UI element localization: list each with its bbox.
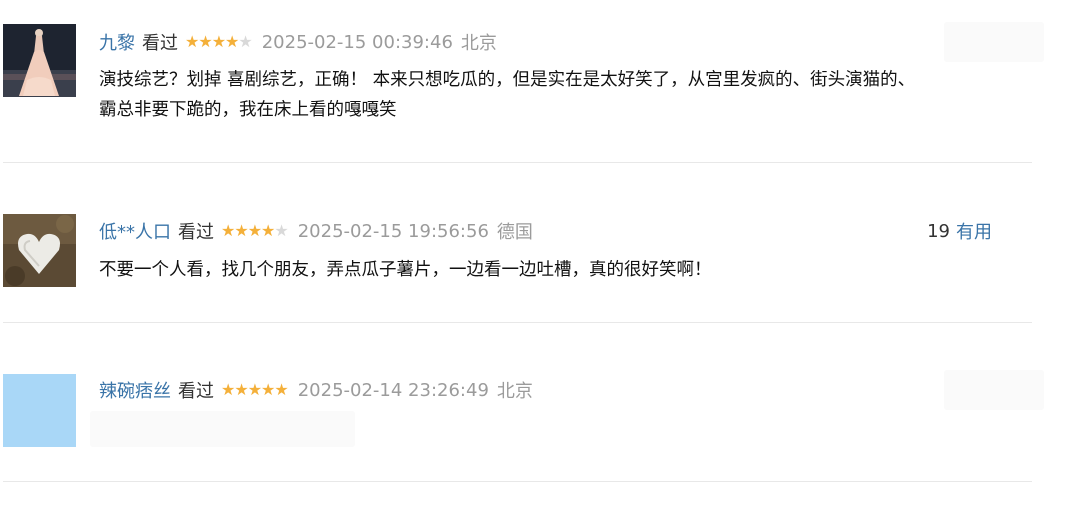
comment-item: 辣碗痞丝 看过 ★ ★ ★ ★ ★ 2025-02-14 23:26:49 北京: [0, 324, 1044, 505]
comment-item: 九黎 看过 ★ ★ ★ ★ ★ 2025-02-15 00:39:46 北京 演…: [0, 0, 1044, 164]
comment-meta: 低**人口 看过 ★ ★ ★ ★ ★ 2025-02-15 19:56:56 德…: [99, 218, 533, 244]
star-filled-icon: ★: [221, 221, 235, 240]
username-link[interactable]: 辣碗痞丝: [99, 377, 171, 403]
rating-stars: ★ ★ ★ ★ ★: [221, 380, 289, 399]
comment-meta: 九黎 看过 ★ ★ ★ ★ ★ 2025-02-15 00:39:46 北京: [99, 29, 497, 55]
vote-area: 19 有用: [927, 218, 992, 244]
star-empty-icon: ★: [274, 221, 288, 240]
blurred-vote-area: [944, 22, 1044, 62]
comment-text: 不要一个人看，找几个朋友，弄点瓜子薯片，一边看一边吐槽，真的很好笑啊！: [99, 255, 1029, 285]
star-filled-icon: ★: [211, 32, 226, 51]
useful-button[interactable]: 有用: [956, 218, 992, 244]
vote-count: 19: [927, 220, 950, 242]
comment-location: 北京: [460, 33, 497, 54]
comment-meta: 辣碗痞丝 看过 ★ ★ ★ ★ ★ 2025-02-14 23:26:49 北京: [99, 377, 533, 403]
star-filled-icon: ★: [234, 221, 248, 240]
blurred-vote-area: [944, 370, 1044, 410]
username-link[interactable]: 九黎: [99, 29, 135, 55]
comment-time: 2025-02-14 23:26:49: [297, 379, 489, 401]
blurred-comment-text: [90, 411, 355, 447]
comment-time: 2025-02-15 00:39:46: [261, 31, 453, 53]
avatar[interactable]: [3, 374, 76, 447]
comment-text-line: 不要一个人看，找几个朋友，弄点瓜子薯片，一边看一边吐槽，真的很好笑啊！: [99, 260, 712, 280]
comment-text-line: 霸总非要下跪的，我在床上看的嘎嘎笑: [99, 100, 397, 120]
watch-status: 看过: [142, 33, 178, 54]
star-filled-icon: ★: [261, 380, 275, 399]
star-filled-icon: ★: [225, 32, 239, 51]
watch-status: 看过: [178, 381, 214, 402]
star-filled-icon: ★: [261, 221, 275, 240]
star-filled-icon: ★: [234, 380, 248, 399]
divider: [3, 162, 1032, 163]
comment-location: 北京: [496, 381, 533, 402]
avatar[interactable]: [3, 214, 76, 287]
star-filled-icon: ★: [221, 380, 235, 399]
star-empty-icon: ★: [238, 32, 252, 51]
comment-text-line: 演技综艺？划掉 喜剧综艺，正确！ 本来只想吃瓜的，但是实在是太好笑了，从宫里发疯…: [99, 70, 916, 90]
rating-stars: ★ ★ ★ ★ ★: [185, 32, 253, 51]
divider: [3, 481, 1032, 482]
username-link[interactable]: 低**人口: [99, 218, 171, 244]
star-filled-icon: ★: [198, 32, 212, 51]
comment-location: 德国: [496, 222, 533, 243]
comment-item: 低**人口 看过 ★ ★ ★ ★ ★ 2025-02-15 19:56:56 德…: [0, 164, 1040, 324]
star-filled-icon: ★: [247, 380, 262, 399]
star-filled-icon: ★: [185, 32, 199, 51]
comment-time: 2025-02-15 19:56:56: [297, 220, 489, 242]
divider: [3, 322, 1032, 323]
star-filled-icon: ★: [274, 380, 288, 399]
comment-text: 演技综艺？划掉 喜剧综艺，正确！ 本来只想吃瓜的，但是实在是太好笑了，从宫里发疯…: [99, 65, 1029, 125]
star-filled-icon: ★: [247, 221, 262, 240]
avatar[interactable]: [3, 24, 76, 97]
watch-status: 看过: [178, 222, 214, 243]
rating-stars: ★ ★ ★ ★ ★: [221, 221, 289, 240]
